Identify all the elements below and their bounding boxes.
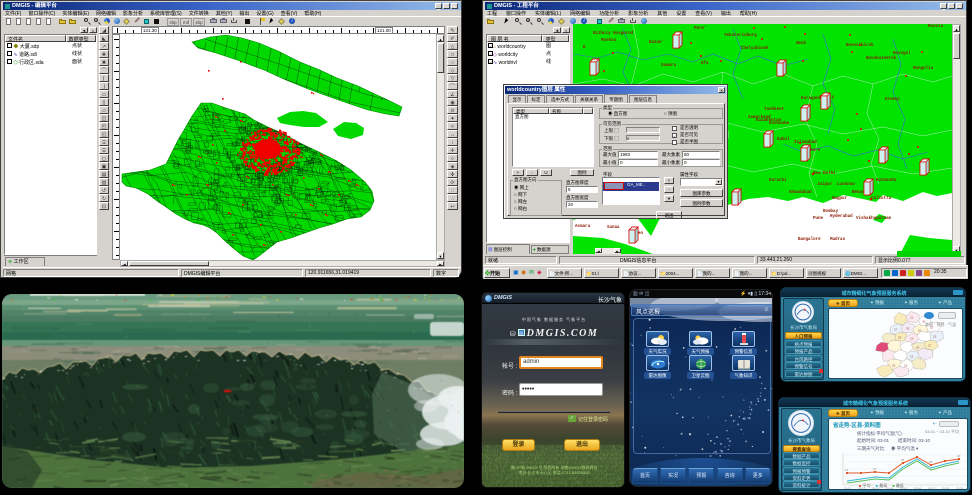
svg-text:Nizhniy Novgorod: Nizhniy Novgorod — [593, 31, 634, 36]
svg-text:Hovsgol: Hovsgol — [893, 51, 911, 56]
svg-text:Ahmadabad: Ahmadabad — [789, 190, 812, 195]
svg-text:Omsk: Omsk — [796, 41, 807, 46]
svg-text:29: 29 — [892, 364, 896, 368]
svg-text:20: 20 — [957, 454, 961, 458]
svg-text:12: 12 — [845, 468, 849, 472]
svg-text:Calcutta: Calcutta — [871, 196, 892, 201]
svg-text:Kazan': Kazan' — [649, 40, 664, 45]
svg-text:New Delhi: New Delhi — [813, 171, 836, 176]
svg-text:Samara: Samara — [661, 64, 677, 68]
svg-text:Madras: Madras — [830, 237, 846, 242]
svg-text:03-09: 03-09 — [956, 487, 964, 491]
svg-text:Lucknow: Lucknow — [837, 182, 855, 187]
svg-text:Novokuznetsk: Novokuznetsk — [866, 56, 897, 61]
svg-text:19: 19 — [904, 364, 908, 368]
svg-text:19: 19 — [910, 337, 914, 341]
svg-text:Yekaterinburg: Yekaterinburg — [724, 33, 757, 38]
svg-text:16: 16 — [901, 458, 905, 462]
svg-text:27: 27 — [928, 344, 932, 348]
svg-text:18: 18 — [929, 460, 933, 464]
svg-text:25: 25 — [933, 335, 937, 339]
svg-text:Bangalore: Bangalore — [798, 237, 821, 242]
svg-text:Mongolia: Mongolia — [913, 66, 934, 71]
svg-text:Novosibirsk: Novosibirsk — [846, 43, 874, 48]
svg-text:Perm': Perm' — [694, 26, 707, 31]
svg-text:Ufa: Ufa — [701, 61, 709, 66]
svg-text:Urumqi: Urumqi — [885, 97, 901, 102]
svg-text:23: 23 — [910, 355, 914, 359]
svg-text:Hyderabad: Hyderabad — [830, 214, 853, 219]
svg-text:Islamabad: Islamabad — [794, 140, 817, 145]
svg-text:Tashkent: Tashkent — [764, 107, 785, 112]
svg-text:Russia: Russia — [928, 24, 944, 29]
svg-text:30: 30 — [906, 327, 910, 331]
svg-text:14: 14 — [873, 467, 877, 471]
svg-text:Moskva: Moskva — [601, 38, 617, 43]
svg-text:Nagpur: Nagpur — [832, 197, 848, 201]
svg-text:Dushanbe: Dushanbe — [769, 121, 790, 126]
svg-text:D: D — [583, 46, 586, 50]
svg-text:Bombay: Bombay — [823, 209, 839, 214]
svg-text:Asmara: Asmara — [575, 225, 591, 229]
svg-text:24: 24 — [916, 346, 920, 350]
svg-text:Kabul: Kabul — [777, 137, 790, 142]
svg-text:Chelyabinsk: Chelyabinsk — [741, 46, 769, 51]
svg-text:Pune: Pune — [813, 217, 824, 221]
svg-text:27: 27 — [894, 328, 898, 332]
svg-text:Samarkand: Samarkand — [748, 115, 771, 120]
svg-text:29: 29 — [898, 336, 902, 340]
svg-text:21: 21 — [910, 316, 914, 320]
svg-text:03-06: 03-06 — [914, 487, 922, 491]
svg-text:Sanaa: Sanaa — [607, 226, 620, 230]
svg-text:03-07: 03-07 — [928, 487, 936, 491]
svg-text:03-08: 03-08 — [942, 487, 950, 491]
svg-text:Vishakhapatnam: Vishakhapatnam — [856, 216, 892, 221]
svg-text:03-01: 03-01 — [844, 487, 852, 491]
svg-text:Katmandu: Katmandu — [876, 178, 897, 183]
svg-text:Karachi: Karachi — [769, 178, 787, 183]
svg-text:Jaipur: Jaipur — [817, 182, 833, 187]
